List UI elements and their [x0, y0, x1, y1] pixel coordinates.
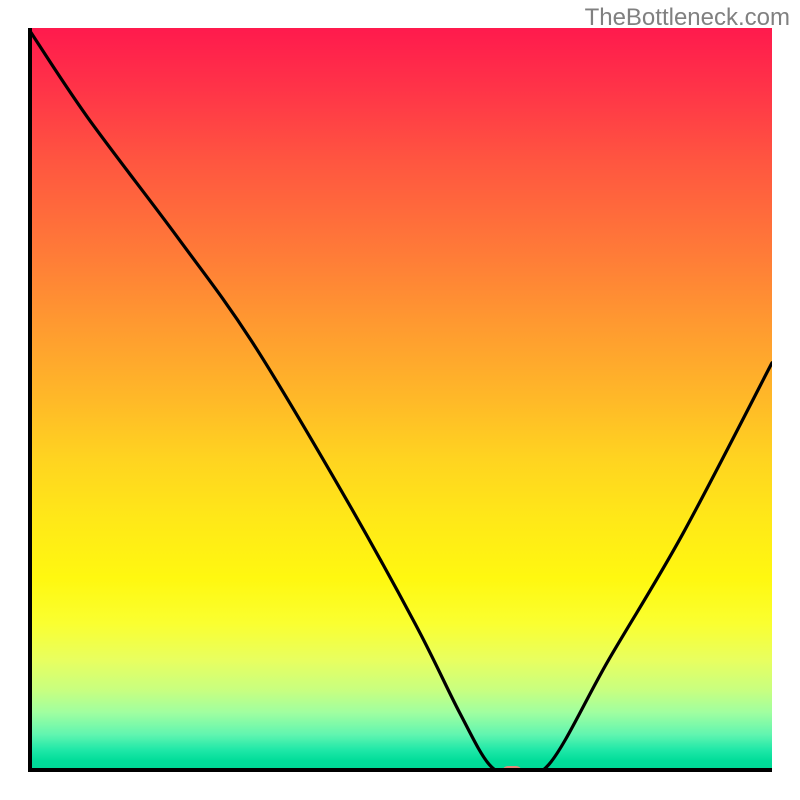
plot-area	[28, 28, 772, 772]
curve-svg	[28, 28, 772, 772]
bottleneck-chart: TheBottleneck.com	[0, 0, 800, 800]
watermark-text: TheBottleneck.com	[585, 4, 790, 32]
x-axis	[28, 768, 772, 772]
y-axis	[28, 28, 32, 772]
bottleneck-curve-path	[28, 28, 772, 772]
